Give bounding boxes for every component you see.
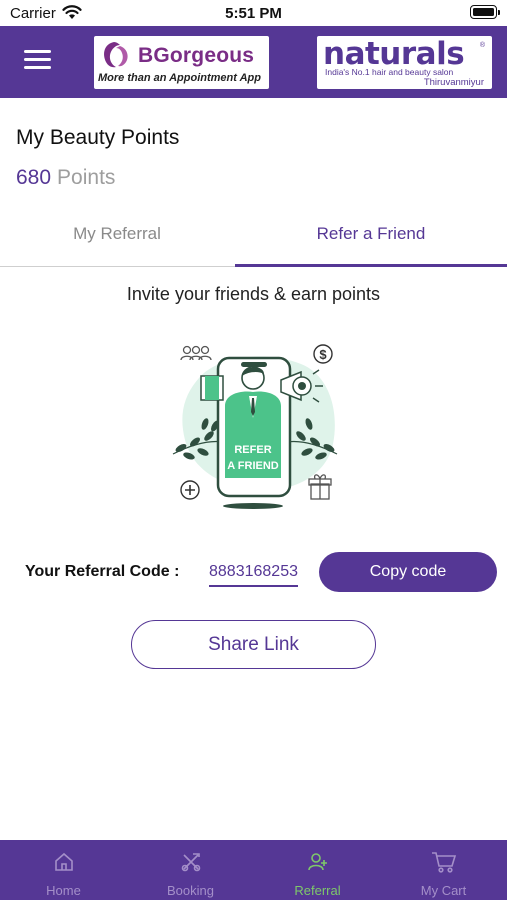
nav-my-cart-label: My Cart: [420, 883, 467, 898]
bgorgeous-face-icon: [104, 42, 128, 68]
bottom-nav: Home Booking Referral My Cart: [0, 840, 507, 900]
gift-icon: [308, 474, 332, 500]
people-icon: [180, 345, 212, 361]
hamburger-menu-icon[interactable]: [24, 49, 51, 71]
illustration-line-1: REFER: [234, 444, 271, 456]
battery-icon: [470, 5, 500, 19]
nav-booking[interactable]: Booking: [127, 840, 254, 900]
nav-home-label: Home: [46, 883, 81, 898]
tab-refer-a-friend[interactable]: Refer a Friend: [235, 215, 507, 267]
active-tab-indicator: [235, 264, 507, 267]
tab-my-referral[interactable]: My Referral: [0, 215, 234, 267]
app-header: BGorgeous More than an Appointment App n…: [0, 26, 507, 98]
share-link-button[interactable]: Share Link: [131, 620, 376, 669]
referral-code-value: 8883168253: [209, 563, 298, 587]
points-heading: My Beauty Points: [16, 126, 180, 149]
bgorgeous-name: BGorgeous: [138, 44, 255, 67]
copy-code-button[interactable]: Copy code: [319, 552, 497, 592]
naturals-tagline: India's No.1 hair and beauty salon: [325, 67, 454, 77]
nav-referral-label: Referral: [294, 883, 341, 898]
nav-booking-label: Booking: [167, 883, 214, 898]
registered-mark: ®: [479, 42, 485, 49]
bgorgeous-logo: BGorgeous More than an Appointment App: [94, 36, 269, 89]
cart-icon: [431, 852, 456, 873]
nav-referral[interactable]: Referral: [254, 840, 381, 900]
naturals-location: Thiruvanmiyur: [423, 77, 484, 88]
dollar-coin-icon: $: [313, 344, 333, 364]
points-value: 680: [16, 166, 52, 189]
booking-tools-icon: [181, 853, 200, 872]
refer-a-friend-illustration: $ REFER A FRIEND: [172, 344, 338, 509]
points-summary: 680 Points: [16, 166, 115, 190]
naturals-logo: naturals ® India's No.1 hair and beauty …: [317, 36, 492, 89]
illustration-line-2: A FRIEND: [227, 460, 279, 472]
home-icon: [54, 852, 73, 871]
bgorgeous-tagline: More than an Appointment App: [98, 72, 261, 84]
plus-circle-icon: [180, 480, 200, 500]
nav-my-cart[interactable]: My Cart: [380, 840, 507, 900]
invite-text: Invite your friends & earn points: [126, 284, 381, 304]
referral-code-label: Your Referral Code :: [25, 563, 180, 580]
svg-text:$: $: [319, 347, 327, 362]
referral-user-icon: [307, 853, 327, 871]
status-bar: Carrier 5:51 PM: [0, 0, 507, 26]
points-unit: Points: [57, 166, 116, 189]
nav-home[interactable]: Home: [0, 840, 127, 900]
clock: 5:51 PM: [225, 5, 282, 22]
